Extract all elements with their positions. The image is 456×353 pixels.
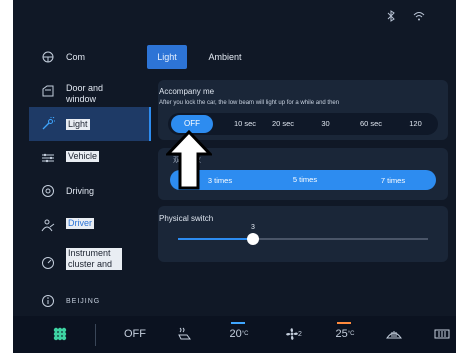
- accompany-option-20sec[interactable]: 20 sec: [263, 119, 303, 128]
- car-door-icon: [41, 84, 55, 98]
- sidebar-item-driver[interactable]: Driver: [29, 208, 151, 242]
- gauge-icon: [41, 256, 55, 270]
- light-icon: [41, 116, 55, 131]
- accompany-option-30sec[interactable]: 30: [313, 119, 338, 128]
- sidebar-item-instrument-cluster[interactable]: Instrument cluster and: [29, 242, 151, 282]
- accompany-option-10sec[interactable]: 10 sec: [225, 119, 265, 128]
- front-defrost-icon[interactable]: [383, 316, 405, 353]
- driving-icon: [41, 184, 55, 198]
- climate-bar: OFF 20°C 2 25°C: [13, 316, 456, 353]
- apps-grid-icon[interactable]: [49, 316, 71, 353]
- accompany-option-60sec[interactable]: 60 sec: [351, 119, 391, 128]
- sidebar-item-label: Driver: [66, 218, 94, 229]
- car-settings-screen: Com Door and window Light Vehicle Drivin…: [13, 0, 456, 353]
- accompany-option-120sec[interactable]: 120: [403, 119, 428, 128]
- physical-switch-title: Physical switch: [159, 214, 214, 223]
- bluetooth-icon: [384, 10, 398, 24]
- driver-icon: [41, 218, 55, 232]
- slider-value-label: 3: [251, 224, 255, 231]
- wifi-icon: [412, 10, 426, 24]
- sidebar-item-com[interactable]: Com: [29, 40, 151, 74]
- fan-speed-control[interactable]: 2: [281, 316, 307, 353]
- ac-power-button[interactable]: OFF: [121, 316, 149, 353]
- slider-fill: [178, 238, 253, 240]
- temp-right-control[interactable]: 25°C: [331, 316, 359, 353]
- flash-option-5[interactable]: 5 times: [280, 175, 330, 184]
- tab-ambient[interactable]: Ambient: [200, 45, 250, 69]
- accompany-me-title: Accompany me: [159, 87, 215, 96]
- steering-wheel-icon: [41, 50, 55, 64]
- temp-right-unit: °C: [347, 331, 355, 337]
- accompany-me-description: After you lock the car, the low beam wil…: [159, 100, 340, 106]
- temp-left-unit: °C: [241, 331, 249, 337]
- sidebar-item-label: Vehicle: [66, 151, 100, 162]
- sidebar-item-label: Light: [66, 119, 90, 130]
- sidebar-item-label: Driving: [66, 186, 95, 196]
- fan-level-value: 2: [298, 331, 302, 338]
- flash-option-7[interactable]: 7 times: [368, 176, 418, 185]
- settings-sidebar: Com Door and window Light Vehicle Drivin…: [29, 40, 151, 308]
- tab-light[interactable]: Light: [147, 45, 187, 69]
- seat-heat-icon[interactable]: [173, 316, 197, 353]
- sidebar-item-about[interactable]: BEIJING: [29, 284, 151, 318]
- sidebar-item-label: Com: [66, 52, 86, 62]
- pointer-arrow-icon: [166, 130, 212, 190]
- status-bar: [13, 0, 456, 36]
- bottombar-divider: [95, 324, 96, 346]
- temp-left-value: 20: [229, 328, 242, 340]
- sidebar-item-door-window[interactable]: Door and window: [29, 74, 151, 108]
- sidebar-item-label: Instrument cluster and: [66, 248, 122, 270]
- slider-knob[interactable]: [247, 233, 259, 245]
- brand-logo-text: BEIJING: [66, 298, 101, 305]
- sidebar-item-driving[interactable]: Driving: [29, 174, 151, 208]
- sidebar-item-label: Door and window: [66, 83, 104, 104]
- rear-defrost-icon[interactable]: [431, 316, 453, 353]
- sidebar-item-vehicle[interactable]: Vehicle: [29, 141, 151, 175]
- vehicle-settings-icon: [41, 151, 55, 165]
- temp-right-value: 25: [335, 328, 348, 340]
- physical-switch-slider[interactable]: 3: [178, 224, 428, 245]
- temp-left-control[interactable]: 20°C: [225, 316, 253, 353]
- sidebar-item-light[interactable]: Light: [29, 107, 151, 141]
- info-icon: [41, 294, 55, 308]
